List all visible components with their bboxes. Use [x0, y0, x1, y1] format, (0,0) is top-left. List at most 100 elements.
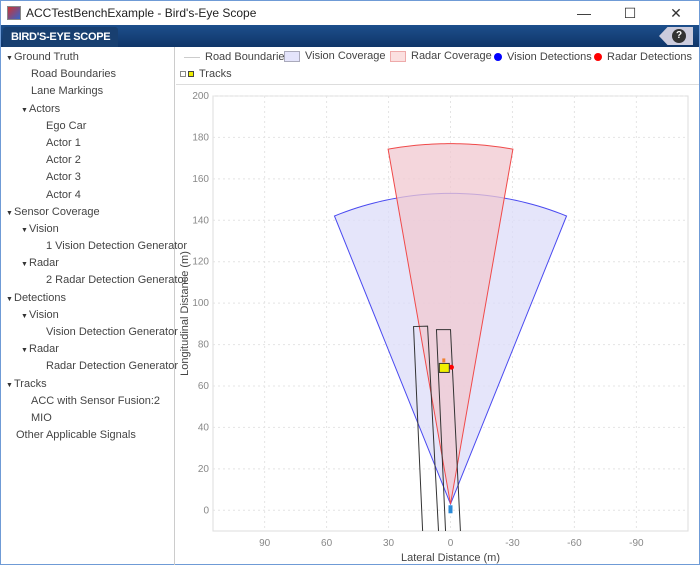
y-tick-label: 160: [192, 174, 209, 185]
y-axis-label: Longitudinal Distance (m): [179, 251, 191, 376]
legend-radar-coverage[interactable]: Radar Coverage: [390, 50, 492, 62]
window-title: ACCTestBenchExample - Bird's-Eye Scope: [26, 6, 257, 20]
blue-dot-icon: [494, 53, 502, 61]
tree-node-label: 1 Vision Detection Generator: [46, 240, 188, 253]
tree-node-label: Sensor Coverage: [14, 205, 100, 218]
tree-node-label: ACC with Sensor Fusion:2: [31, 394, 160, 407]
tree-node-label: Radar Detection Generator: [46, 360, 179, 373]
tree-node[interactable]: Road Boundaries: [1, 66, 174, 83]
legend: Road Boundaries Vision Coverage Radar Co…: [176, 47, 699, 85]
tree-node-label: Ego Car: [46, 119, 87, 132]
tree-node[interactable]: ▼Actors: [1, 101, 174, 118]
tree-node-label: Actor 2: [46, 154, 81, 167]
help-icon: ?: [672, 29, 686, 43]
tree-node-label: Ground Truth: [14, 51, 79, 63]
legend-vision-detections[interactable]: Vision Detections: [494, 51, 592, 63]
radar-swatch-icon: [390, 50, 406, 62]
tree-node-label: Vision: [29, 222, 59, 235]
expand-arrow-icon[interactable]: ▼: [21, 256, 29, 273]
tree-node[interactable]: ACC with Sensor Fusion:2: [1, 393, 174, 410]
expand-arrow-icon[interactable]: ▼: [6, 205, 14, 222]
tree-node[interactable]: ▼Tracks: [1, 376, 174, 393]
tree-node[interactable]: Radar Detection Generator: [1, 358, 178, 375]
tree-node[interactable]: ▼Vision: [1, 221, 174, 238]
tree-node-label: 2 Radar Detection Generator: [46, 274, 188, 287]
legend-vision-coverage[interactable]: Vision Coverage: [284, 50, 386, 62]
tree-node[interactable]: Vision Detection Generator: [1, 324, 178, 341]
tree-node-label: Vision Detection Generator: [46, 326, 178, 338]
tree-node[interactable]: Lane Markings: [1, 83, 174, 100]
tree-node[interactable]: Ego Car: [1, 118, 174, 135]
title-bar: ACCTestBenchExample - Bird's-Eye Scope —…: [1, 1, 699, 25]
y-tick-label: 140: [192, 215, 209, 226]
tree-node-label: Actor 4: [46, 188, 81, 201]
expand-arrow-icon[interactable]: ▼: [21, 222, 29, 239]
y-tick-label: 60: [198, 381, 210, 392]
expand-arrow-icon[interactable]: ▼: [6, 50, 14, 67]
x-tick-label: 60: [321, 538, 333, 549]
track-marker: [438, 362, 450, 373]
x-tick-label: 90: [259, 538, 271, 549]
x-tick-label: 30: [383, 538, 395, 549]
minimize-button[interactable]: —: [561, 1, 607, 25]
tree-node[interactable]: ▼Ground Truth: [1, 49, 174, 66]
x-tick-label: -60: [567, 538, 582, 549]
tree-node-label: Radar: [29, 257, 59, 270]
yellow-track-icon: [188, 71, 194, 77]
tree-node[interactable]: Actor 4: [1, 187, 174, 204]
y-tick-label: 120: [192, 257, 209, 268]
y-tick-label: 100: [192, 298, 209, 309]
expand-arrow-icon[interactable]: ▼: [6, 377, 14, 394]
tree-node-label: Actors: [29, 102, 61, 115]
expand-arrow-icon[interactable]: ▼: [21, 102, 29, 119]
close-button[interactable]: ✕: [653, 1, 699, 25]
tree-node[interactable]: ▼Radar: [1, 255, 174, 272]
legend-road-boundaries[interactable]: Road Boundaries: [184, 51, 290, 63]
tree-node-label: Lane Markings: [31, 85, 104, 98]
help-button[interactable]: ?: [659, 27, 693, 45]
tree-node-label: MIO: [31, 411, 52, 424]
tree-node-label: Tracks: [14, 377, 47, 390]
tab-birds-eye-scope[interactable]: BIRD'S-EYE SCOPE: [3, 27, 119, 47]
scope-main: Road Boundaries Vision Coverage Radar Co…: [176, 47, 699, 565]
y-tick-label: 180: [192, 132, 209, 143]
tree-node[interactable]: Other Applicable Signals: [1, 427, 174, 444]
tree-node[interactable]: ▼Detections: [1, 290, 174, 307]
toolstrip: BIRD'S-EYE SCOPE ?: [1, 25, 699, 47]
x-tick-label: 0: [448, 538, 454, 549]
track-box-icon: [180, 71, 186, 77]
tree-node[interactable]: MIO: [1, 410, 174, 427]
x-tick-label: -90: [629, 538, 644, 549]
birds-eye-plot[interactable]: 90 60 30 0 -30 -60 -90 0 20 40 60 80 100 120 140 160 180…: [176, 85, 699, 565]
y-tick-label: 20: [198, 464, 210, 475]
legend-radar-detections[interactable]: Radar Detections: [594, 51, 692, 63]
tree-node-label: Vision: [29, 308, 59, 321]
tree-node-label: Other Applicable Signals: [16, 429, 136, 442]
tree-node[interactable]: Actor 2: [1, 152, 174, 169]
maximize-button[interactable]: ☐: [607, 1, 653, 25]
line-swatch-icon: [184, 56, 200, 58]
y-tick-label: 80: [198, 340, 210, 351]
signal-tree: ▼Ground Truth Road Boundaries Lane Marking…: [1, 47, 187, 565]
tree-node-label: Road Boundaries: [31, 68, 117, 81]
tree-node[interactable]: 2 Radar Detection Generator: [1, 272, 187, 289]
actor-marker: [442, 358, 446, 363]
x-tick-label: -30: [505, 538, 520, 549]
expand-arrow-icon[interactable]: ▼: [6, 291, 14, 308]
tree-node-label: Actor 3: [46, 171, 81, 184]
vision-swatch-icon: [284, 50, 300, 62]
expand-arrow-icon[interactable]: ▼: [21, 342, 29, 359]
tree-node[interactable]: ▼Radar: [1, 341, 174, 358]
tree-node-label: Actor 1: [46, 136, 81, 149]
tree-node[interactable]: ▼Sensor Coverage: [1, 204, 174, 221]
tree-node[interactable]: Actor 1: [1, 135, 174, 152]
tree-node[interactable]: Actor 3: [1, 169, 174, 186]
y-tick-label: 40: [198, 422, 210, 433]
tree-node[interactable]: ▼Vision: [1, 307, 174, 324]
red-dot-icon: [594, 53, 602, 61]
x-axis-label: Lateral Distance (m): [401, 552, 500, 564]
tree-node[interactable]: 1 Vision Detection Generator: [1, 238, 187, 255]
legend-tracks[interactable]: Tracks: [180, 68, 232, 80]
tree-node-label: Detections: [14, 291, 66, 304]
expand-arrow-icon[interactable]: ▼: [21, 308, 29, 325]
